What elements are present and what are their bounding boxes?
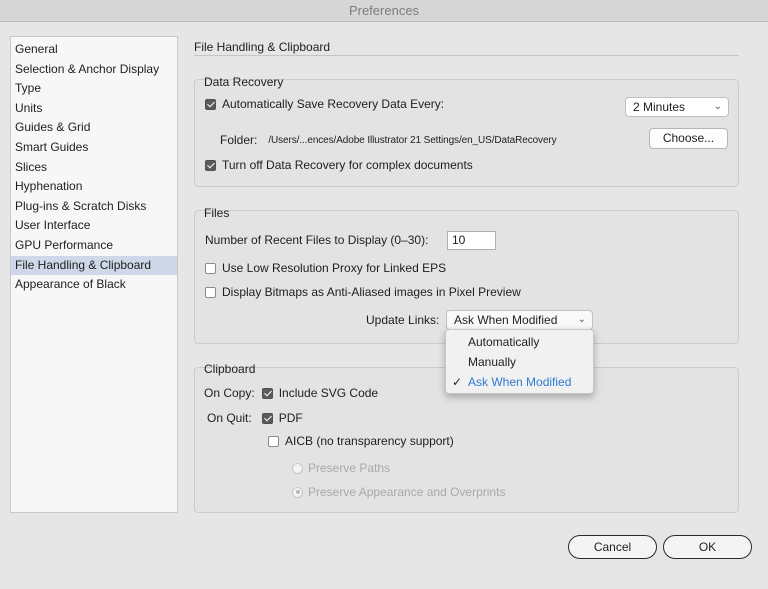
ok-button[interactable]: OK bbox=[663, 535, 752, 559]
sidebar-item-plugins-scratch-disks[interactable]: Plug-ins & Scratch Disks bbox=[11, 197, 177, 217]
recovery-interval-select[interactable]: 2 Minutes ⌄ bbox=[625, 97, 729, 117]
choose-folder-button[interactable]: Choose... bbox=[649, 128, 728, 149]
sidebar-item-smart-guides[interactable]: Smart Guides bbox=[11, 138, 177, 158]
sidebar-item-hyphenation[interactable]: Hyphenation bbox=[11, 177, 177, 197]
on-copy-label: On Copy: bbox=[204, 386, 255, 400]
preserve-paths-row: Preserve Paths bbox=[292, 461, 390, 475]
bitmaps-label: Display Bitmaps as Anti-Aliased images i… bbox=[222, 285, 521, 299]
chevron-down-icon: ⌄ bbox=[577, 314, 586, 325]
on-quit-row: On Quit: PDF bbox=[207, 411, 303, 425]
sidebar-item-type[interactable]: Type bbox=[11, 79, 177, 99]
update-links-value: Ask When Modified bbox=[454, 313, 558, 327]
pdf-checkbox[interactable] bbox=[261, 412, 273, 424]
sidebar-item-gpu-performance[interactable]: GPU Performance bbox=[11, 236, 177, 256]
sidebar-item-file-handling-clipboard[interactable]: File Handling & Clipboard bbox=[11, 255, 177, 276]
update-links-label: Update Links: bbox=[366, 313, 440, 327]
preserve-appearance-radio[interactable] bbox=[292, 486, 303, 498]
recent-files-input[interactable]: 10 bbox=[447, 231, 496, 250]
checkmark-icon: ✓ bbox=[452, 375, 463, 389]
complex-docs-label: Turn off Data Recovery for complex docum… bbox=[222, 158, 473, 172]
update-links-row: Update Links: bbox=[366, 313, 439, 327]
aicb-checkbox[interactable] bbox=[268, 435, 279, 447]
low-res-row: Use Low Resolution Proxy for Linked EPS bbox=[205, 261, 446, 275]
aicb-label: AICB (no transparency support) bbox=[285, 434, 454, 448]
cancel-button[interactable]: Cancel bbox=[568, 535, 657, 559]
complex-docs-checkbox[interactable] bbox=[205, 159, 216, 171]
menu-item-label: Automatically bbox=[468, 335, 540, 349]
window-title: Preferences bbox=[0, 0, 768, 22]
menu-item-manually[interactable]: Manually bbox=[446, 352, 593, 372]
menu-item-label: Ask When Modified bbox=[468, 375, 572, 389]
include-svg-label: Include SVG Code bbox=[278, 386, 379, 400]
on-copy-row: On Copy: Include SVG Code bbox=[204, 386, 378, 400]
chevron-down-icon: ⌄ bbox=[713, 101, 722, 112]
preserve-appearance-label: Preserve Appearance and Overprints bbox=[308, 485, 506, 499]
aicb-row: AICB (no transparency support) bbox=[268, 434, 454, 448]
panel-title-divider bbox=[194, 55, 739, 56]
recent-files-row: Number of Recent Files to Display (0–30)… bbox=[205, 233, 428, 247]
bitmaps-row: Display Bitmaps as Anti-Aliased images i… bbox=[205, 285, 521, 299]
panel-title: File Handling & Clipboard bbox=[194, 40, 331, 54]
preserve-paths-label: Preserve Paths bbox=[308, 461, 391, 475]
recent-files-label: Number of Recent Files to Display (0–30)… bbox=[205, 233, 429, 247]
menu-item-automatically[interactable]: Automatically bbox=[446, 332, 593, 352]
on-quit-label: On Quit: bbox=[207, 411, 252, 425]
sidebar-item-slices[interactable]: Slices bbox=[11, 158, 177, 178]
low-res-label: Use Low Resolution Proxy for Linked EPS bbox=[222, 261, 447, 275]
preserve-appearance-row: Preserve Appearance and Overprints bbox=[292, 485, 505, 499]
auto-save-checkbox[interactable] bbox=[205, 98, 216, 110]
update-links-menu: Automatically Manually ✓ Ask When Modifi… bbox=[445, 329, 594, 394]
include-svg-checkbox[interactable] bbox=[261, 387, 273, 399]
folder-label: Folder: bbox=[220, 133, 258, 147]
preferences-category-list: General Selection & Anchor Display Type … bbox=[10, 36, 178, 513]
files-label: Files bbox=[204, 206, 230, 220]
pdf-label: PDF bbox=[278, 411, 303, 425]
update-links-select[interactable]: Ask When Modified ⌄ bbox=[446, 310, 593, 330]
complex-docs-row: Turn off Data Recovery for complex docum… bbox=[205, 158, 473, 172]
menu-item-ask-when-modified[interactable]: ✓ Ask When Modified bbox=[446, 372, 593, 392]
auto-save-label: Automatically Save Recovery Data Every: bbox=[222, 97, 445, 111]
bitmaps-checkbox[interactable] bbox=[205, 286, 216, 298]
sidebar-item-guides-grid[interactable]: Guides & Grid bbox=[11, 118, 177, 138]
sidebar-item-general[interactable]: General bbox=[11, 40, 177, 60]
auto-save-row: Automatically Save Recovery Data Every: bbox=[205, 97, 444, 111]
low-res-checkbox[interactable] bbox=[205, 262, 216, 274]
sidebar-item-units[interactable]: Units bbox=[11, 99, 177, 119]
sidebar-item-user-interface[interactable]: User Interface bbox=[11, 216, 177, 236]
clipboard-label: Clipboard bbox=[204, 362, 256, 376]
menu-item-label: Manually bbox=[468, 355, 517, 369]
folder-path: /Users/...ences/Adobe Illustrator 21 Set… bbox=[268, 134, 557, 146]
preserve-paths-radio[interactable] bbox=[292, 462, 303, 474]
recovery-interval-value: 2 Minutes bbox=[633, 100, 686, 114]
data-recovery-label: Data Recovery bbox=[204, 75, 284, 89]
folder-row: Folder: /Users/...ences/Adobe Illustrato… bbox=[220, 133, 557, 147]
sidebar-item-selection-anchor-display[interactable]: Selection & Anchor Display bbox=[11, 60, 177, 80]
sidebar-item-appearance-of-black[interactable]: Appearance of Black bbox=[11, 275, 177, 295]
